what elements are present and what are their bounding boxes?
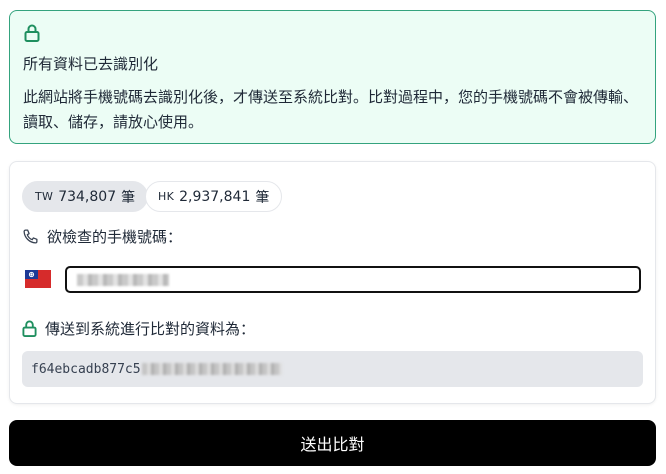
notice-title: 所有資料已去識別化 [23, 55, 159, 73]
phone-label-row: 欲檢查的手機號碼： [22, 226, 182, 247]
stat-count: 734,807 [58, 188, 117, 205]
hash-output: f64ebcadb877c5 [22, 351, 643, 387]
lock-icon [22, 320, 37, 337]
stat-code: TW [35, 190, 54, 203]
stat-badge-hk: HK 2,937,841 筆 [145, 181, 283, 212]
stat-unit: 筆 [121, 189, 136, 206]
stat-unit: 筆 [255, 189, 270, 206]
stat-code: HK [158, 190, 175, 203]
submit-button[interactable]: 送出比對 [9, 420, 656, 466]
check-form-card: TW 734,807 筆 HK 2,937,841 筆 欲檢查的手機號碼： 傳送… [9, 161, 656, 404]
taiwan-flag-icon[interactable] [25, 270, 51, 288]
deidentified-notice: 所有資料已去識別化 此網站將手機號碼去識別化後，才傳送至系統比對。比對過程中，您… [9, 10, 656, 144]
hash-prefix: f64ebcadb877c5 [31, 361, 141, 377]
lock-icon [24, 24, 40, 46]
phone-input[interactable] [65, 266, 641, 293]
stat-count: 2,937,841 [179, 188, 251, 205]
hash-label-row: 傳送到系統進行比對的資料為： [22, 318, 255, 339]
phone-icon [23, 229, 38, 244]
redacted-phone-value [77, 274, 169, 286]
stat-badge-tw: TW 734,807 筆 [22, 181, 149, 212]
redacted-hash-value [141, 363, 282, 375]
phone-label: 欲檢查的手機號碼： [47, 228, 183, 246]
hash-label: 傳送到系統進行比對的資料為： [45, 320, 256, 338]
notice-description: 此網站將手機號碼去識別化後，才傳送至系統比對。比對過程中，您的手機號碼不會被傳輸… [23, 88, 639, 131]
